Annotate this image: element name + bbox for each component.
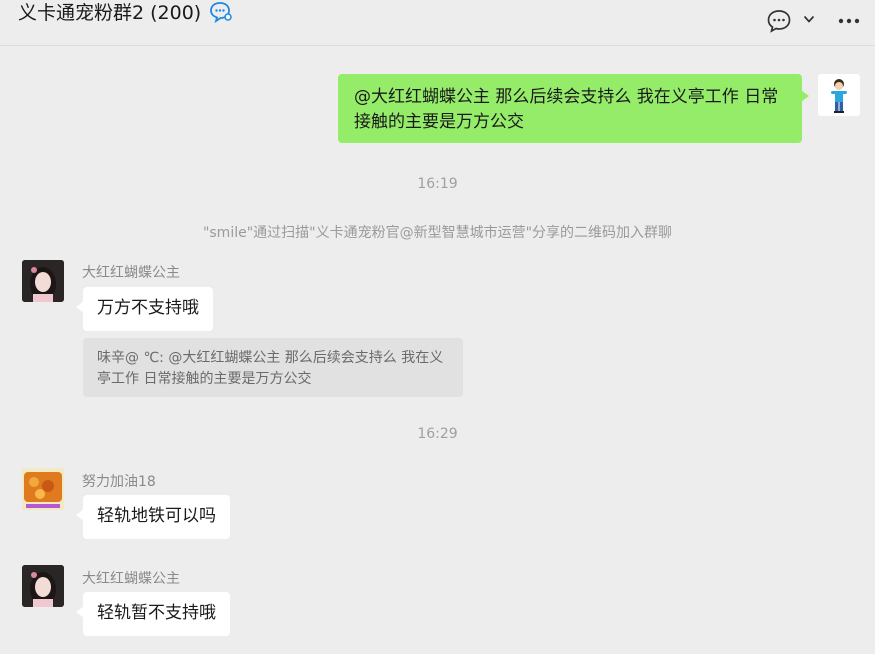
chat-bubble-icon[interactable]: [766, 8, 792, 34]
message-bubble[interactable]: 轻轨暂不支持哦: [76, 592, 230, 636]
more-icon[interactable]: [836, 8, 862, 34]
self-message-bubble[interactable]: @大红红蝴蝶公主 那么后续会支持么 我在义亭工作 日常接触的主要是万方公交: [338, 74, 809, 143]
system-notice: "smile"通过扫描"义卡通宠粉官@新型智慧城市运营"分享的二维码加入群聊: [202, 225, 673, 241]
avatar[interactable]: [22, 565, 64, 607]
avatar[interactable]: [22, 260, 64, 302]
sender-name: 大红红蝴蝶公主: [82, 265, 180, 281]
avatar[interactable]: [22, 468, 64, 510]
group-title[interactable]: 义卡通宠粉群2 (200): [18, 1, 201, 25]
sender-name: 大红红蝴蝶公主: [82, 571, 180, 587]
self-avatar[interactable]: [818, 74, 860, 116]
message-bubble[interactable]: 轻轨地铁可以吗: [76, 495, 230, 539]
chevron-down-icon[interactable]: [802, 12, 816, 26]
timestamp: 16:19: [417, 176, 458, 192]
message-bubble[interactable]: 万方不支持哦: [76, 287, 213, 331]
chat-bubble-refresh-icon[interactable]: [209, 1, 233, 23]
chat-header: 义卡通宠粉群2 (200): [0, 0, 875, 46]
timestamp: 16:29: [417, 426, 458, 442]
sender-name: 努力加油18: [82, 474, 156, 490]
quoted-message[interactable]: 味辛@ ℃: @大红红蝴蝶公主 那么后续会支持么 我在义亭工作 日常接触的主要是…: [83, 338, 463, 397]
